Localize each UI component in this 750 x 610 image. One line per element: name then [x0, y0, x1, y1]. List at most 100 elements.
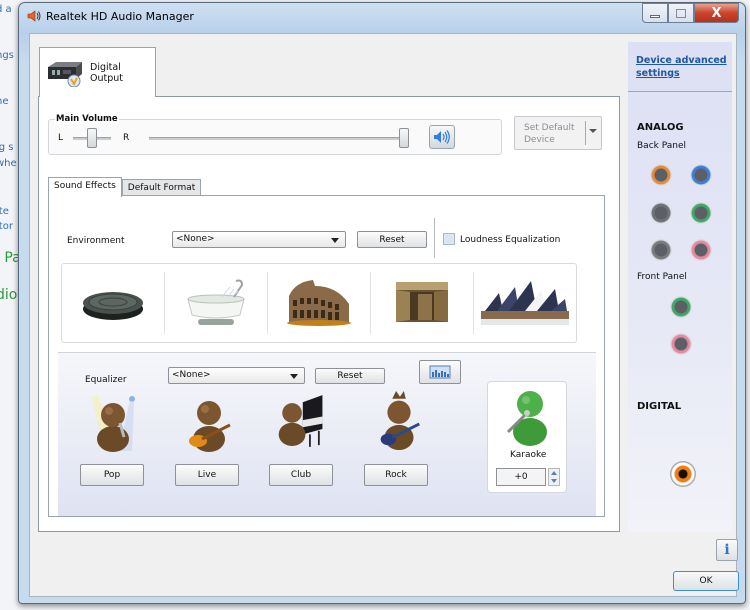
back-panel-jack-silver[interactable]	[650, 239, 672, 261]
digital-header: DIGITAL	[637, 401, 682, 412]
opera-house-icon	[481, 281, 569, 325]
set-default-label-2: Device	[524, 135, 555, 145]
main-volume-group: Main Volume L R	[48, 114, 502, 155]
karaoke-singer-icon	[506, 391, 547, 446]
close-icon: X	[711, 5, 722, 21]
equalizer-select[interactable]: <None>	[168, 367, 305, 384]
minimize-icon	[650, 14, 660, 18]
guitarist-rock-icon	[380, 391, 420, 451]
bg-text: ngs	[0, 50, 14, 61]
balance-slider-thumb[interactable]	[87, 128, 97, 148]
chevron-down-icon	[331, 238, 339, 243]
environment-preset-colosseum[interactable]	[268, 272, 371, 334]
close-button[interactable]: X	[694, 3, 739, 23]
volume-track[interactable]	[149, 137, 407, 140]
maximize-button[interactable]	[668, 3, 694, 23]
equalizer-preset-rock[interactable]: Rock	[364, 464, 428, 486]
speaker-icon	[27, 10, 41, 22]
environment-presets	[61, 263, 577, 343]
environment-preset-bathroom[interactable]	[165, 272, 268, 334]
front-panel-jack-green[interactable]	[670, 296, 692, 318]
karaoke-label: Karaoke	[510, 450, 547, 460]
back-panel-jack-orange[interactable]	[650, 164, 672, 186]
back-panel-jack-green[interactable]	[690, 202, 712, 224]
digital-output-device-icon	[46, 59, 84, 87]
maximize-icon	[676, 8, 686, 18]
realtek-window: Realtek HD Audio Manager X Digital Outpu…	[18, 2, 746, 604]
bg-text: dio	[0, 287, 18, 303]
ok-button[interactable]: OK	[673, 571, 739, 591]
environment-selected: <None>	[176, 234, 215, 244]
title-bar: Realtek HD Audio Manager	[27, 9, 194, 23]
set-default-label-1: Set Default	[524, 123, 575, 133]
environment-preset-stone[interactable]	[62, 272, 165, 334]
volume-slider-thumb[interactable]	[399, 128, 409, 148]
guitarist-live-icon	[189, 401, 231, 452]
chevron-down-icon	[290, 374, 298, 379]
mute-button[interactable]	[429, 125, 455, 149]
sound-effects-panel: Environment <None> Reset Loudness Equali…	[48, 195, 605, 517]
back-panel-label: Back Panel	[637, 141, 686, 151]
effects-tabs: Sound Effects Default Format	[48, 177, 202, 197]
loudness-equalization-checkbox[interactable]	[443, 233, 455, 245]
equalizer-preset-live[interactable]: Live	[175, 464, 239, 486]
back-panel-jack-blue[interactable]	[690, 164, 712, 186]
bg-text: ite	[0, 206, 9, 217]
stone-disk-icon	[83, 292, 143, 320]
split-separator	[585, 121, 586, 145]
window-title: Realtek HD Audio Manager	[46, 9, 194, 23]
front-panel-jack-pink[interactable]	[670, 333, 692, 355]
tab-sound-effects[interactable]: Sound Effects	[48, 177, 122, 197]
analog-header: ANALOG	[637, 122, 684, 133]
device-tab-label: Digital Output	[90, 61, 123, 84]
bg-text: whe	[0, 158, 17, 169]
info-icon: i	[724, 542, 730, 558]
equalizer-preset-club[interactable]: Club	[269, 464, 333, 486]
main-volume-caption: Main Volume	[55, 114, 119, 124]
device-advanced-settings-link[interactable]: Device advanced settings	[636, 54, 732, 80]
environment-preset-opera-house[interactable]	[474, 272, 576, 334]
digital-output-jack[interactable]	[670, 461, 696, 487]
karaoke-value-input[interactable]: +0	[496, 468, 546, 486]
colosseum-icon	[287, 280, 351, 326]
pianist-club-icon	[278, 395, 323, 447]
environment-reset-button[interactable]: Reset	[357, 231, 427, 248]
advanced-settings-box: Device advanced settings	[628, 42, 732, 92]
set-default-device-button[interactable]: Set Default Device	[514, 116, 602, 150]
minimize-button[interactable]	[642, 3, 668, 23]
bg-text: itor	[0, 221, 13, 232]
tab-default-format[interactable]: Default Format	[121, 179, 202, 196]
graphic-eq-button[interactable]	[419, 360, 461, 384]
singer-pop-icon	[92, 395, 135, 452]
equalizer-preset-pop[interactable]: Pop	[80, 464, 144, 486]
equalizer-label: Equalizer	[85, 375, 127, 385]
balance-right-label: R	[123, 133, 130, 143]
spin-up-icon[interactable]	[551, 471, 557, 475]
equalizer-reset-button[interactable]: Reset	[315, 368, 385, 384]
bg-text: d a	[0, 4, 12, 15]
environment-select[interactable]: <None>	[172, 231, 346, 248]
connector-sidebar: Device advanced settings ANALOG Back Pan…	[628, 42, 732, 532]
spin-down-icon[interactable]	[551, 479, 557, 483]
chevron-down-icon[interactable]	[589, 129, 597, 133]
window-controls: X	[642, 3, 739, 23]
equalizer-selected: <None>	[172, 370, 211, 380]
device-tab-digital-output[interactable]: Digital Output	[39, 47, 156, 97]
bathtub-icon	[187, 279, 245, 325]
stone-corridor-icon	[396, 282, 448, 322]
loudness-equalization-label: Loudness Equalization	[460, 235, 561, 245]
info-button[interactable]: i	[716, 539, 738, 561]
graphic-eq-icon	[429, 365, 451, 379]
front-panel-label: Front Panel	[637, 272, 687, 282]
bg-text: he	[0, 96, 9, 107]
environment-preset-stone-room[interactable]	[371, 272, 474, 334]
environment-label: Environment	[67, 236, 125, 246]
back-panel-jack-gray[interactable]	[650, 202, 672, 224]
bg-text: ig s	[0, 142, 14, 153]
device-panel: Main Volume L R Set Default Device Sound…	[38, 96, 620, 532]
karaoke-panel: Karaoke +0	[487, 381, 567, 493]
client-area: Digital Output Main Volume L R Set Defau…	[29, 33, 739, 597]
back-panel-jack-pink[interactable]	[690, 239, 712, 261]
divider	[434, 218, 435, 258]
karaoke-spinner[interactable]	[548, 468, 560, 486]
